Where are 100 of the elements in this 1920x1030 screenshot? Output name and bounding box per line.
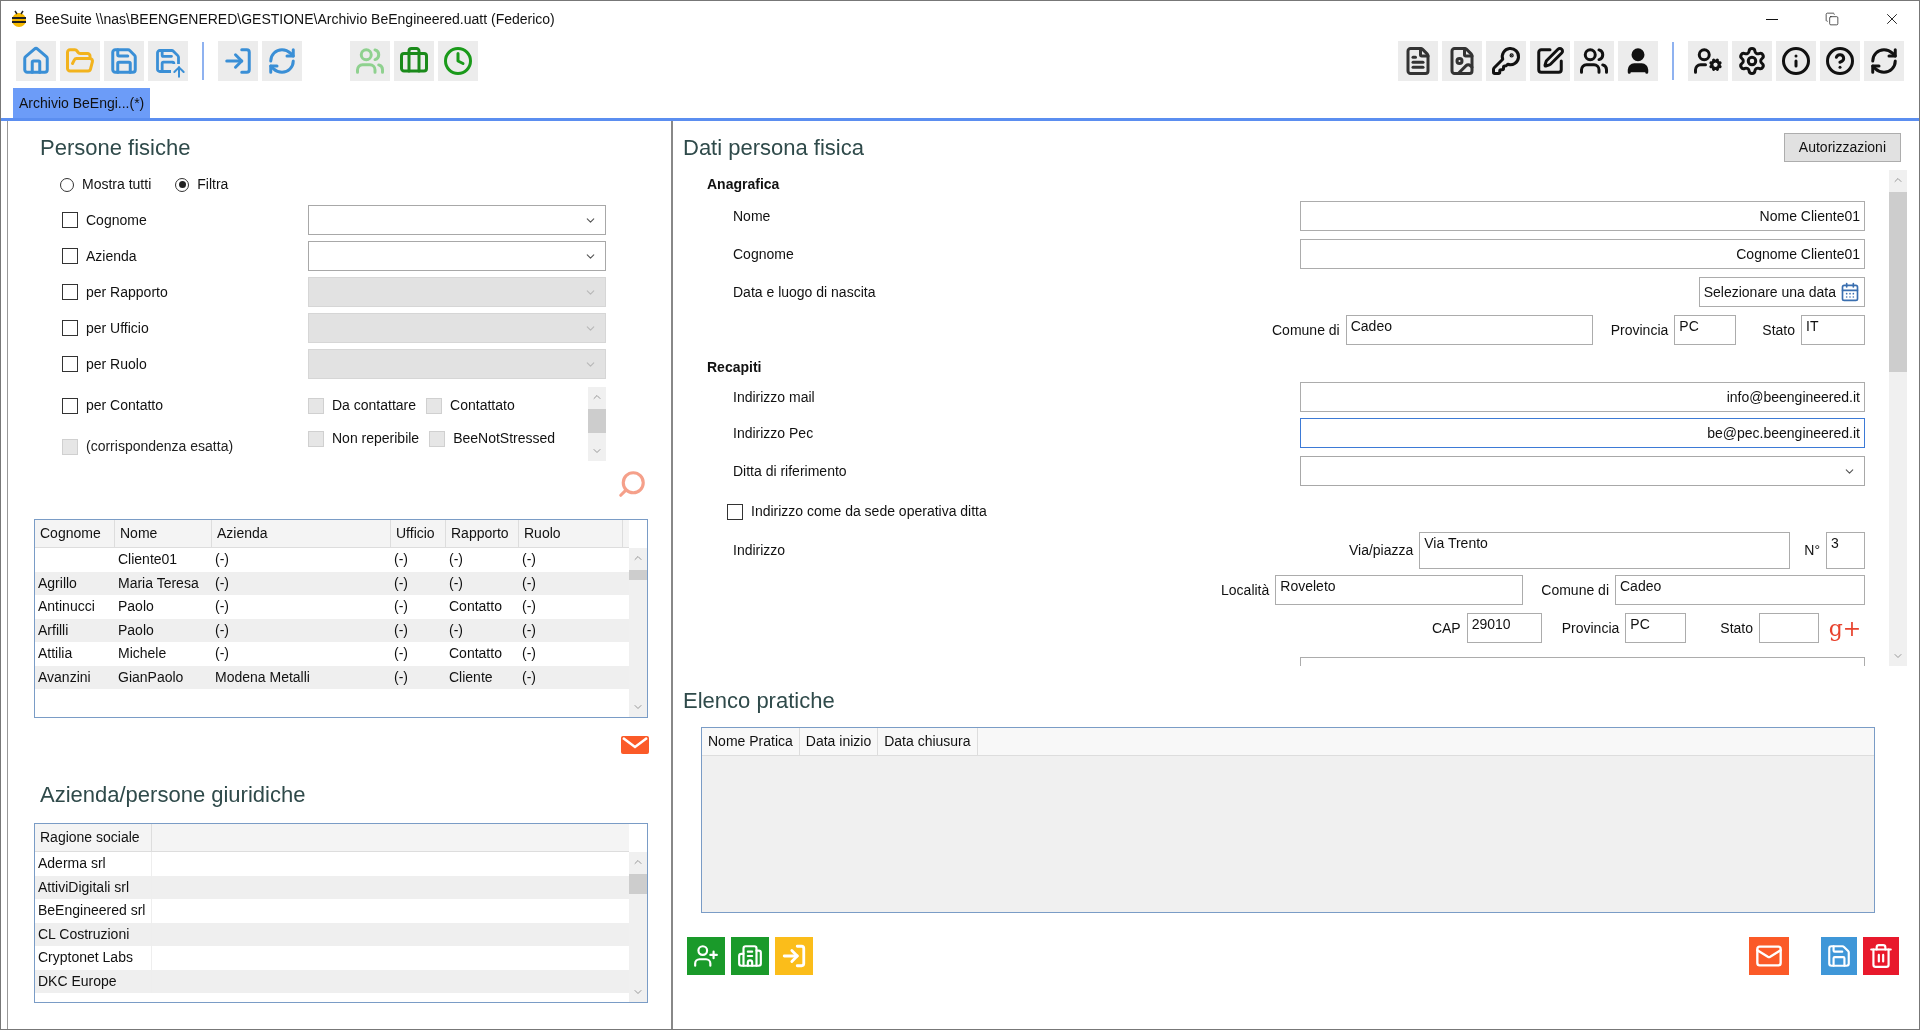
table-cell-text: (-) [449,573,463,593]
edit-icon[interactable] [1530,41,1570,81]
scrollbar[interactable] [629,852,647,1002]
radio-label: Mostra tutti [82,175,152,194]
input-field[interactable]: Via Trento [1419,532,1791,569]
date-picker[interactable]: Selezionare una data [1698,277,1865,307]
input-field[interactable]: PC [1674,315,1737,345]
input-field[interactable]: PC [1625,613,1687,643]
checkbox[interactable] [62,248,78,264]
user-gear-icon[interactable] [1688,41,1728,81]
table-cell-text: AttiviDigitali srl [38,877,129,897]
dropdown[interactable] [1300,456,1865,486]
scrollbar-thumb[interactable] [1889,192,1907,372]
input-field[interactable]: IT [1801,315,1865,345]
clock-icon[interactable] [438,41,478,81]
column-header[interactable]: Cognome [35,520,115,547]
home-icon[interactable] [16,41,56,81]
table-cell-text: (-) [522,550,536,570]
info-icon[interactable] [1776,41,1816,81]
field-label: Da contattare [332,396,417,415]
field-label: Indirizzo Pec [733,423,814,443]
column-header[interactable]: Ruolo [519,520,623,547]
table-cell-text: (-) [215,573,229,593]
table-cell-text: (-) [394,667,408,687]
dropdown[interactable] [308,241,606,271]
input-field[interactable]: Cognome Cliente01 [1300,239,1865,269]
mail-icon[interactable] [621,736,649,754]
table-cell-text: (-) [215,597,229,617]
mail-button[interactable] [1749,937,1789,975]
input-field[interactable]: Roveleto [1275,575,1524,605]
add-company-button[interactable] [731,937,769,975]
scrollbar-thumb[interactable] [588,409,606,433]
column-header[interactable]: Nome [115,520,212,547]
restore-icon [1825,12,1839,26]
dropdown[interactable] [308,205,606,235]
column-header[interactable]: Ragione sociale [35,824,152,851]
settings-icon[interactable] [1732,41,1772,81]
document-icon[interactable] [1398,41,1438,81]
field-label: Indirizzo mail [733,387,815,407]
sign-in-icon[interactable] [218,41,258,81]
checkbox[interactable] [62,212,78,228]
save-icon[interactable] [104,41,144,81]
google-plus-icon[interactable]: g+ [1825,611,1865,645]
document-tab[interactable]: Archivio BeEngi...(*) [13,88,151,118]
users-icon[interactable] [1574,41,1614,81]
field-label: Via/piazza [1348,541,1414,560]
table-cell-text: DKC Europe [38,971,117,991]
add-person-button[interactable] [687,937,725,975]
column-header[interactable]: Nome Pratica [702,728,800,755]
column-header[interactable]: Rapporto [446,520,519,547]
user-icon[interactable] [1618,41,1658,81]
table-cell-text: Aderma srl [38,854,106,874]
save-button[interactable] [1821,937,1857,975]
briefcase-icon[interactable] [394,41,434,81]
table-cell-text: Contatto [449,597,502,617]
column-header[interactable]: Azienda [212,520,391,547]
column-header[interactable]: Ufficio [391,520,446,547]
sign-in-button[interactable] [775,937,813,975]
scrollbar[interactable] [1889,170,1907,666]
input-field[interactable]: Cadeo [1345,315,1593,345]
section-title: Azienda/persone giuridiche [40,781,307,809]
input-field[interactable]: 29010 [1466,613,1542,643]
checkbox[interactable] [727,503,743,520]
authorizations-button[interactable]: Autorizzazioni [1783,133,1901,162]
table-cell-text: BeEngineered srl [38,901,146,921]
input-field[interactable]: Nome Cliente01 [1300,201,1865,231]
scrollbar-thumb[interactable] [629,570,647,580]
table-cell-text: (-) [215,550,229,570]
radio-button[interactable] [175,177,190,192]
key-icon[interactable] [1486,41,1526,81]
field-label: Azienda [86,246,137,266]
table-cell-text: (-) [449,620,463,640]
field-label: CAP [1431,618,1461,638]
table-cell-text: (-) [394,550,408,570]
radio-label: Filtra [197,175,229,194]
scrollbar[interactable] [629,548,647,717]
table-cell-text: (-) [394,620,408,640]
input-field[interactable]: Cadeo [1615,575,1865,605]
help-icon[interactable] [1820,41,1860,81]
section-title: Elenco pratiche [683,687,836,715]
field-label: per Rapporto [86,282,168,302]
delete-button[interactable] [1863,937,1899,975]
building-icon [737,943,763,969]
refresh-icon[interactable] [1864,41,1904,81]
input-field[interactable]: 3 [1826,532,1865,569]
scrollbar-thumb[interactable] [629,874,647,894]
radio-button[interactable] [60,177,74,192]
column-header[interactable]: Data chiusura [878,728,978,755]
save-upload-icon[interactable] [148,41,188,81]
field-label: Comune di [1541,580,1609,600]
table-cell-text: Paolo [118,597,154,617]
input-field[interactable]: be@pec.beengineered.it [1300,418,1865,448]
table-cell-text: (-) [394,644,408,664]
input-field[interactable] [1759,613,1819,643]
folder-icon[interactable] [60,41,100,81]
scrollbar[interactable] [588,387,606,461]
column-header[interactable]: Data inizio [799,728,879,755]
checkbox[interactable] [62,397,78,414]
input-field[interactable]: info@beengineered.it [1300,382,1865,412]
field-label: Cognome [86,210,147,230]
